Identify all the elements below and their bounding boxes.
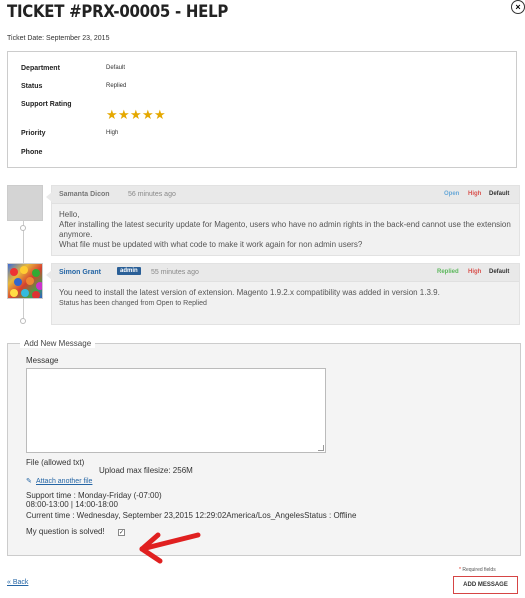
- priority-badge: High: [468, 269, 482, 275]
- status-badge: Replied: [437, 269, 459, 275]
- solved-checkbox[interactable]: ✓: [118, 529, 125, 536]
- star-icon[interactable]: ★: [142, 108, 154, 121]
- resize-handle[interactable]: [318, 445, 324, 451]
- back-link[interactable]: « Back: [7, 579, 28, 586]
- paperclip-icon: ✎: [26, 478, 32, 485]
- form-legend: Add New Message: [20, 339, 96, 348]
- message-body: Hello, After installing the latest secur…: [52, 204, 519, 256]
- department-badge: Default: [489, 191, 510, 197]
- message-header: Samanta Dicon 56 minutes ago Open High D…: [52, 186, 519, 204]
- timeline-dot: [20, 318, 26, 324]
- message-line: What file must be updated with what code…: [59, 240, 363, 249]
- message-author: Simon Grant: [59, 269, 102, 276]
- star-icon[interactable]: ★: [154, 108, 166, 121]
- avatar: [7, 185, 43, 221]
- star-icon[interactable]: ★: [118, 108, 130, 121]
- message-label: Message: [26, 356, 59, 365]
- current-time: Current time : Wednesday, September 23,2…: [26, 511, 357, 520]
- support-hours: 08:00-13:00 | 14:00-18:00: [26, 500, 118, 509]
- message-card: Samanta Dicon 56 minutes ago Open High D…: [46, 185, 520, 256]
- department-value: Default: [106, 65, 126, 71]
- required-note: * Required fields: [459, 567, 496, 573]
- add-message-form: Add New Message Message File (allowed tx…: [7, 339, 521, 556]
- message-line: You need to install the latest version o…: [59, 288, 440, 297]
- message-textarea[interactable]: [26, 368, 326, 453]
- attach-file-link[interactable]: Attach another file: [36, 478, 92, 485]
- page-title: TICKET #PRX-00005 - HELP: [7, 2, 229, 22]
- priority-label: Priority: [21, 130, 46, 137]
- department-label: Department: [21, 65, 60, 72]
- admin-badge: admin: [117, 267, 141, 275]
- avatar: [7, 263, 43, 299]
- upload-max-text: Upload max filesize: 256M: [99, 466, 193, 475]
- message-author: Samanta Dicon: [59, 191, 110, 198]
- star-icon[interactable]: ★: [130, 108, 142, 121]
- message-card: Simon Grant admin 55 minutes ago Replied…: [46, 263, 520, 325]
- status-label: Status: [21, 83, 43, 90]
- timeline-dot: [20, 225, 26, 231]
- status-value: Replied: [106, 83, 127, 89]
- rating-label: Support Rating: [21, 101, 72, 108]
- phone-label: Phone: [21, 149, 43, 156]
- priority-badge: High: [468, 191, 482, 197]
- message-line: After installing the latest security upd…: [59, 220, 511, 239]
- ticket-info-panel: Department Default Status Replied Suppor…: [7, 51, 517, 168]
- arrow-icon: [139, 532, 201, 564]
- message-line: Hello,: [59, 210, 80, 219]
- support-time: Support time : Monday-Friday (-07:00): [26, 491, 162, 500]
- close-icon[interactable]: ×: [511, 0, 525, 14]
- required-text: Required fields: [462, 567, 496, 573]
- message-time: 56 minutes ago: [128, 191, 176, 198]
- rating-stars[interactable]: ★ ★ ★ ★ ★: [106, 108, 166, 121]
- required-star: *: [459, 567, 461, 573]
- ticket-date: Ticket Date: September 23, 2015: [7, 35, 110, 42]
- file-label: File (allowed txt): [26, 458, 85, 467]
- solved-label: My question is solved!: [26, 527, 105, 536]
- status-note: Status has been changed from Open to Rep…: [59, 300, 207, 307]
- star-icon[interactable]: ★: [106, 108, 118, 121]
- status-badge: Open: [444, 191, 460, 197]
- department-badge: Default: [489, 269, 510, 275]
- add-message-button[interactable]: ADD MESSAGE: [453, 576, 518, 594]
- avatar-image: [10, 266, 42, 298]
- message-header: Simon Grant admin 55 minutes ago Replied…: [52, 264, 519, 282]
- priority-value: High: [106, 130, 119, 136]
- message-body: You need to install the latest version o…: [52, 282, 519, 315]
- message-time: 55 minutes ago: [151, 269, 199, 276]
